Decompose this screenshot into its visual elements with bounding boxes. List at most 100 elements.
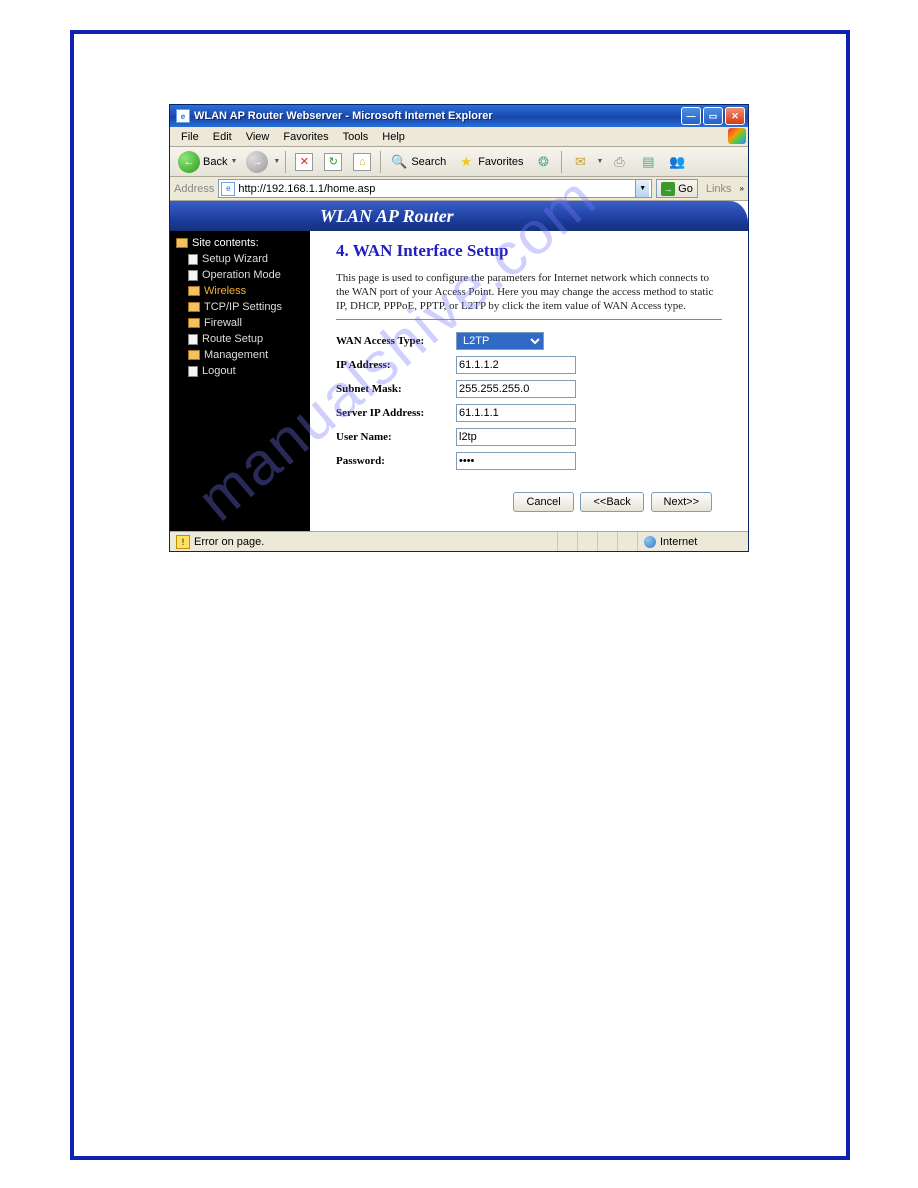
cancel-button[interactable]: Cancel (513, 492, 573, 512)
page-description: This page is used to configure the param… (336, 271, 722, 313)
back-button[interactable]: ← Back ▼ (174, 150, 241, 174)
print-button[interactable]: ⎙ (606, 150, 632, 174)
sidebar-item-setup-wizard[interactable]: Setup Wizard (170, 251, 310, 267)
input-password[interactable] (456, 452, 576, 470)
row-password: Password: (336, 452, 722, 470)
input-server-ip[interactable] (456, 404, 576, 422)
banner: WLAN AP Router (170, 201, 748, 231)
toolbar: ← Back ▼ → ▼ ✕ ↻ ⌂ 🔍 Search ★ Favorites … (170, 147, 748, 177)
folder-icon (188, 350, 200, 360)
menu-favorites[interactable]: Favorites (276, 129, 335, 145)
minimize-button[interactable]: — (681, 107, 701, 125)
label-wan-access-type: WAN Access Type: (336, 335, 456, 347)
input-ip-address[interactable] (456, 356, 576, 374)
mail-icon: ✉ (571, 153, 589, 171)
doc-icon (188, 366, 198, 377)
menu-tools[interactable]: Tools (336, 129, 376, 145)
go-button[interactable]: → Go (656, 179, 698, 198)
forward-button[interactable]: → (244, 150, 270, 174)
sidebar-item-management[interactable]: Management (170, 347, 310, 363)
search-icon: 🔍 (390, 153, 408, 171)
menu-help[interactable]: Help (375, 129, 412, 145)
status-zone: Internet (638, 532, 748, 551)
forward-dropdown-icon: ▼ (273, 158, 280, 165)
address-label: Address (174, 183, 214, 195)
input-subnet-mask[interactable] (456, 380, 576, 398)
row-subnet-mask: Subnet Mask: (336, 380, 722, 398)
sidebar-item-route-setup[interactable]: Route Setup (170, 331, 310, 347)
label-password: Password: (336, 455, 456, 467)
sidebar: Site contents: Setup Wizard Operation Mo… (170, 201, 310, 531)
stop-icon: ✕ (295, 153, 313, 171)
window-title: WLAN AP Router Webserver - Microsoft Int… (194, 110, 681, 122)
doc-icon (188, 254, 198, 265)
row-wan-access-type: WAN Access Type: L2TP (336, 332, 722, 350)
select-wan-access-type[interactable]: L2TP (456, 332, 544, 350)
statusbar: ! Error on page. Internet (170, 531, 748, 551)
sidebar-item-firewall[interactable]: Firewall (170, 315, 310, 331)
sidebar-item-wireless[interactable]: Wireless (170, 283, 310, 299)
row-ip-address: IP Address: (336, 356, 722, 374)
maximize-button[interactable]: ▭ (703, 107, 723, 125)
main-panel: 4. WAN Interface Setup This page is used… (310, 201, 748, 531)
row-server-ip: Server IP Address: (336, 404, 722, 422)
next-button[interactable]: Next>> (651, 492, 712, 512)
go-icon: → (661, 182, 675, 196)
folder-icon (188, 302, 200, 312)
favorites-button[interactable]: ★ Favorites (453, 150, 527, 174)
wizard-buttons: Cancel <<Back Next>> (336, 492, 722, 512)
page-icon: e (221, 182, 235, 196)
messenger-button[interactable]: 👥 (664, 150, 690, 174)
page-heading: 4. WAN Interface Setup (336, 241, 722, 261)
label-subnet-mask: Subnet Mask: (336, 383, 456, 395)
status-message: ! Error on page. (170, 532, 558, 551)
sidebar-item-tcpip[interactable]: TCP/IP Settings (170, 299, 310, 315)
mail-button[interactable]: ✉ (567, 150, 593, 174)
internet-zone-icon (644, 536, 656, 548)
ie-icon: e (176, 109, 190, 123)
history-button[interactable]: ❂ (530, 150, 556, 174)
search-button[interactable]: 🔍 Search (386, 150, 450, 174)
sidebar-item-logout[interactable]: Logout (170, 363, 310, 379)
home-icon: ⌂ (353, 153, 371, 171)
history-icon: ❂ (534, 153, 552, 171)
stop-button[interactable]: ✕ (291, 150, 317, 174)
edit-button[interactable]: ▤ (635, 150, 661, 174)
back-icon: ← (178, 151, 200, 173)
refresh-icon: ↻ (324, 153, 342, 171)
folder-icon (188, 318, 200, 328)
refresh-button[interactable]: ↻ (320, 150, 346, 174)
forward-icon: → (246, 151, 268, 173)
url-dropdown-icon[interactable]: ▼ (635, 180, 649, 197)
edit-icon: ▤ (639, 153, 657, 171)
page-content: WLAN AP Router Site contents: Setup Wiza… (170, 201, 748, 531)
print-icon: ⎙ (610, 153, 628, 171)
close-button[interactable]: ✕ (725, 107, 745, 125)
menu-view[interactable]: View (239, 129, 277, 145)
menu-edit[interactable]: Edit (206, 129, 239, 145)
row-user-name: User Name: (336, 428, 722, 446)
divider (336, 319, 722, 320)
windows-flag-icon (728, 128, 746, 144)
ie-window: e WLAN AP Router Webserver - Microsoft I… (169, 104, 749, 552)
sidebar-item-operation-mode[interactable]: Operation Mode (170, 267, 310, 283)
home-button[interactable]: ⌂ (349, 150, 375, 174)
url-input[interactable]: e http://192.168.1.1/home.asp ▼ (218, 179, 652, 198)
menubar: File Edit View Favorites Tools Help (170, 127, 748, 147)
input-user-name[interactable] (456, 428, 576, 446)
expand-icon[interactable]: » (740, 184, 744, 193)
back-button[interactable]: <<Back (580, 492, 643, 512)
url-text: http://192.168.1.1/home.asp (238, 183, 632, 195)
messenger-icon: 👥 (668, 153, 686, 171)
star-icon: ★ (457, 153, 475, 171)
folder-icon (176, 238, 188, 248)
label-user-name: User Name: (336, 431, 456, 443)
links-label[interactable]: Links (702, 183, 736, 195)
sidebar-header: Site contents: (170, 235, 310, 251)
menu-file[interactable]: File (174, 129, 206, 145)
label-server-ip: Server IP Address: (336, 407, 456, 419)
doc-icon (188, 334, 198, 345)
window-titlebar: e WLAN AP Router Webserver - Microsoft I… (170, 105, 748, 127)
doc-icon (188, 270, 198, 281)
address-bar: Address e http://192.168.1.1/home.asp ▼ … (170, 177, 748, 201)
